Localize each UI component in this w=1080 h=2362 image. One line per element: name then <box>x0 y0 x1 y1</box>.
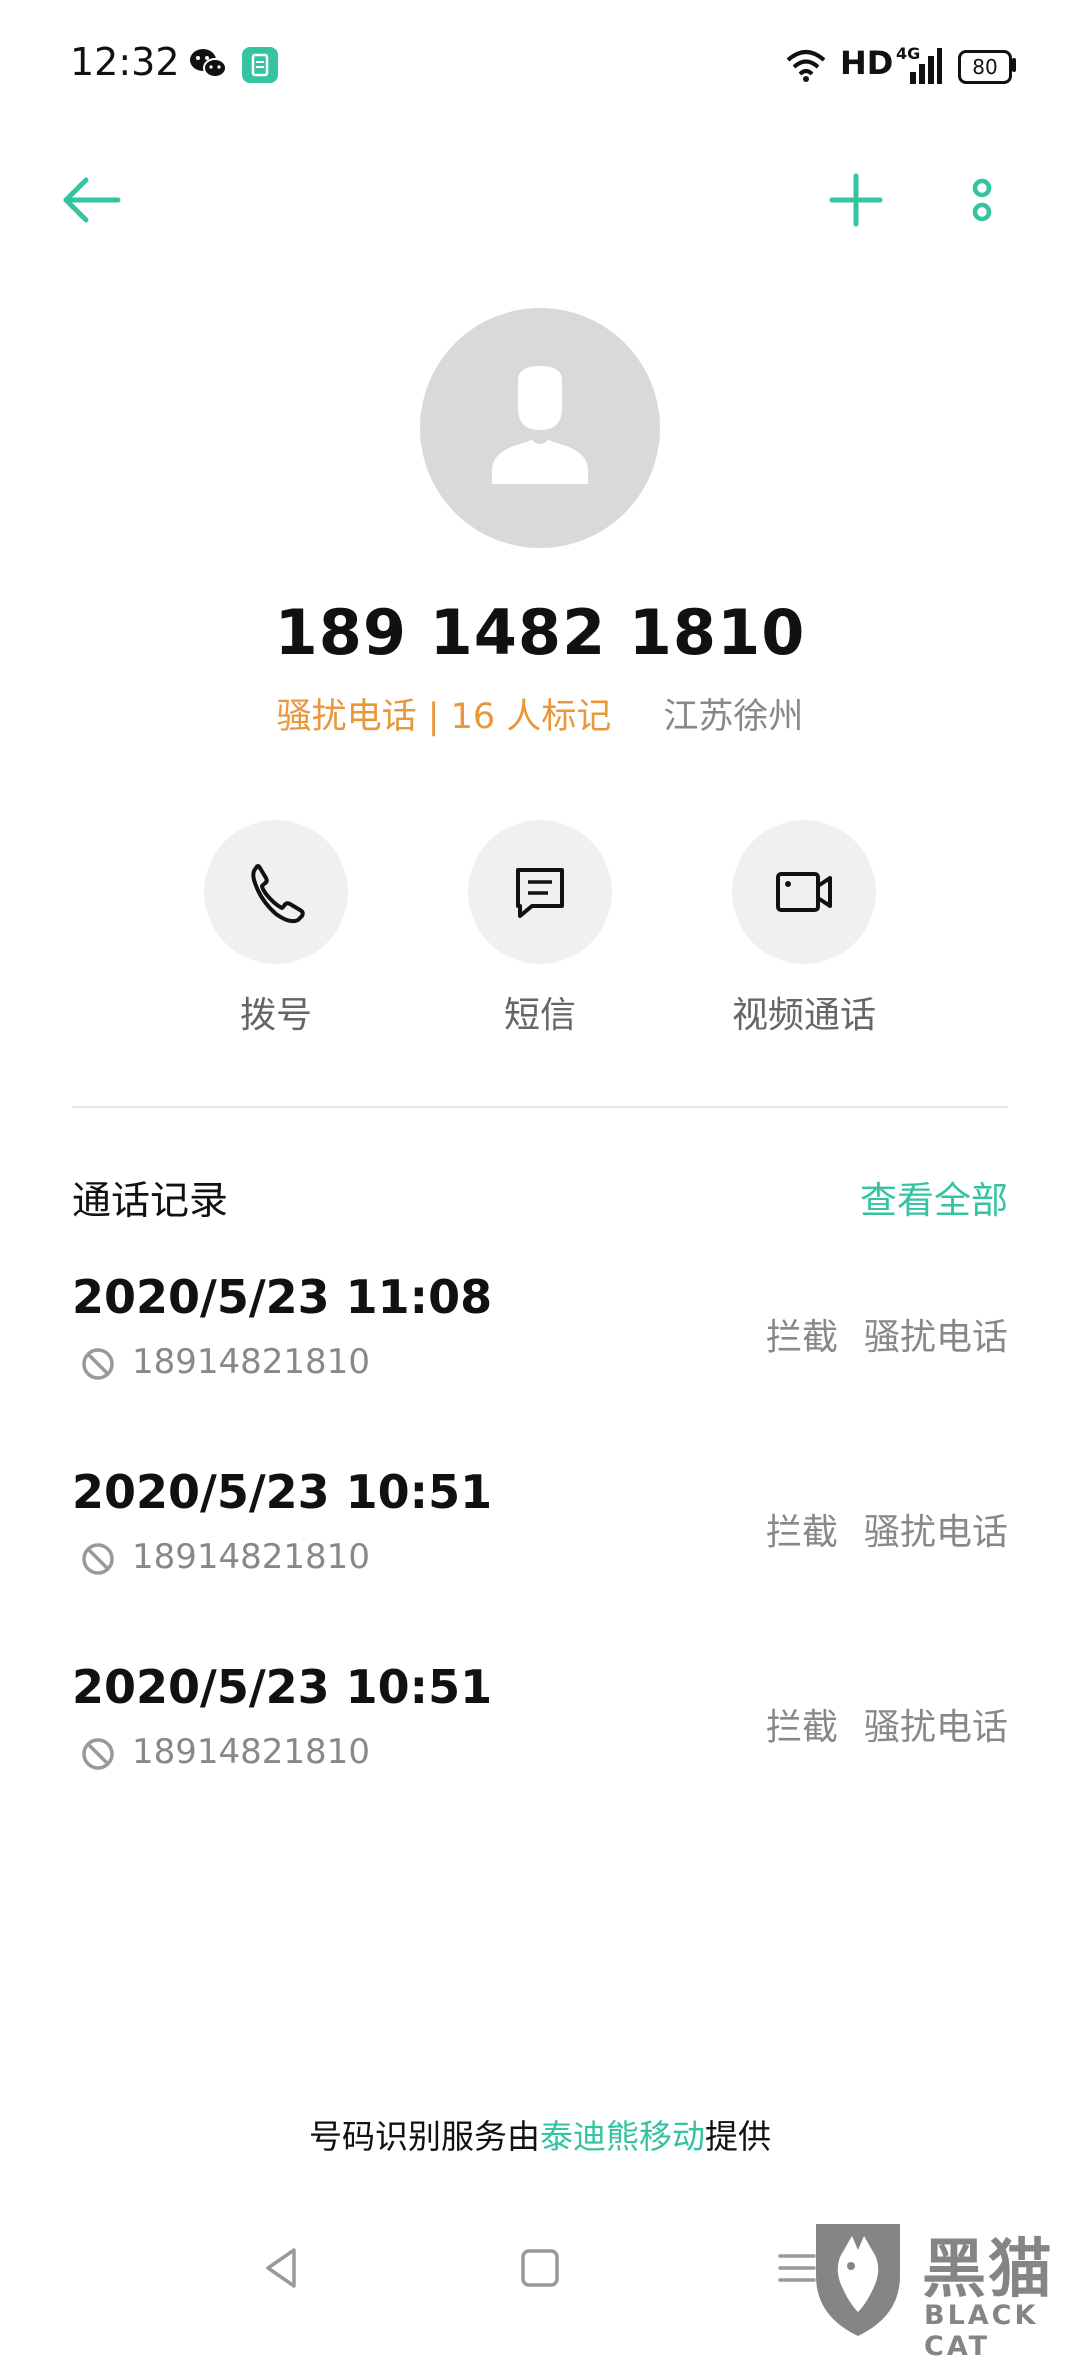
call-type-label: 骚扰电话 <box>863 1317 1008 1358</box>
status-bar: 12:32 HD 4G 80 <box>0 0 1080 120</box>
message-icon <box>516 868 564 918</box>
call-number: 18914821810 <box>132 1342 370 1382</box>
video-call-circle[interactable] <box>732 820 876 964</box>
view-all-link[interactable]: 查看全部 <box>860 1170 1008 1224</box>
message-button[interactable]: 短信 <box>468 820 612 1060</box>
status-time: 12:32 <box>70 40 180 84</box>
dial-label: 拨号 <box>239 995 312 1036</box>
video-call-button[interactable]: 视频通话 <box>732 820 876 1060</box>
back-arrow-icon <box>63 177 121 223</box>
call-number: 18914821810 <box>132 1537 370 1577</box>
wechat-icon <box>190 49 227 78</box>
video-call-label: 视频通话 <box>731 995 876 1036</box>
more-vertical-icon <box>972 178 992 222</box>
avatar <box>420 308 660 548</box>
nav-back-icon <box>266 2248 296 2288</box>
footer-prefix: 号码识别服务由 <box>309 2117 540 2156</box>
call-status: 拦截 骚扰电话 <box>766 1698 1008 1750</box>
call-status: 拦截 骚扰电话 <box>766 1308 1008 1360</box>
provider-link[interactable]: 泰迪熊移动 <box>540 2117 705 2156</box>
call-type-label: 骚扰电话 <box>863 1707 1008 1748</box>
call-type-label: 骚扰电话 <box>863 1512 1008 1553</box>
call-log-title: 通话记录 <box>72 1179 229 1224</box>
call-datetime: 2020/5/23 10:51 <box>72 1465 493 1519</box>
contact-number: 189 1482 1810 <box>274 596 806 669</box>
call-status-label: 拦截 <box>765 1512 838 1553</box>
call-log-row[interactable]: 2020/5/23 10:51 18914821810 拦截 骚扰电话 <box>72 1660 1008 1810</box>
message-circle[interactable] <box>468 820 612 964</box>
dial-button[interactable]: 拨号 <box>204 820 348 1060</box>
wifi-icon <box>786 50 826 82</box>
call-number: 18914821810 <box>132 1732 370 1772</box>
contact-location: 江苏徐州 <box>663 697 804 737</box>
call-status: 拦截 骚扰电话 <box>766 1503 1008 1555</box>
person-icon <box>492 366 588 484</box>
network-type: 4G <box>896 44 921 63</box>
spam-tag: 骚扰电话 | 16 人标记 <box>276 697 612 737</box>
call-datetime: 2020/5/23 10:51 <box>72 1660 493 1714</box>
app-icon <box>242 47 278 83</box>
divider <box>72 1106 1008 1108</box>
nav-home-button[interactable] <box>510 2238 570 2298</box>
blocked-icon <box>82 1348 114 1380</box>
watermark: 黑猫 BLACK CAT <box>806 2216 1080 2362</box>
watermark-text-en: BLACK CAT <box>924 2300 1039 2362</box>
contact-tag-line: 骚扰电话 | 16 人标记 江苏徐州 <box>0 688 1080 739</box>
black-cat-logo-icon <box>816 2224 900 2336</box>
call-log-row[interactable]: 2020/5/23 11:08 18914821810 拦截 骚扰电话 <box>72 1270 1008 1420</box>
dial-circle[interactable] <box>204 820 348 964</box>
more-options-button[interactable] <box>942 160 1022 240</box>
add-contact-button[interactable] <box>816 160 896 240</box>
video-icon <box>776 872 832 912</box>
message-label: 短信 <box>503 995 576 1036</box>
nav-home-icon <box>521 2249 559 2287</box>
caller-id-provider-note: 号码识别服务由泰迪熊移动提供 <box>0 2110 1080 2158</box>
back-button[interactable] <box>52 160 132 240</box>
nav-back-button[interactable] <box>254 2238 314 2298</box>
phone-icon <box>251 864 305 924</box>
call-status-label: 拦截 <box>765 1707 838 1748</box>
call-datetime: 2020/5/23 11:08 <box>72 1270 493 1324</box>
call-status-label: 拦截 <box>765 1317 838 1358</box>
battery-cap <box>1012 58 1016 72</box>
network-label: HD <box>840 44 894 82</box>
battery-level: 80 <box>972 55 998 79</box>
blocked-icon <box>82 1543 114 1575</box>
watermark-text-cn: 黑猫 <box>922 2233 1054 2307</box>
battery-icon: 80 <box>958 50 1012 84</box>
blocked-icon <box>82 1738 114 1770</box>
footer-suffix: 提供 <box>705 2117 771 2156</box>
plus-icon <box>829 173 883 227</box>
call-log-row[interactable]: 2020/5/23 10:51 18914821810 拦截 骚扰电话 <box>72 1465 1008 1615</box>
